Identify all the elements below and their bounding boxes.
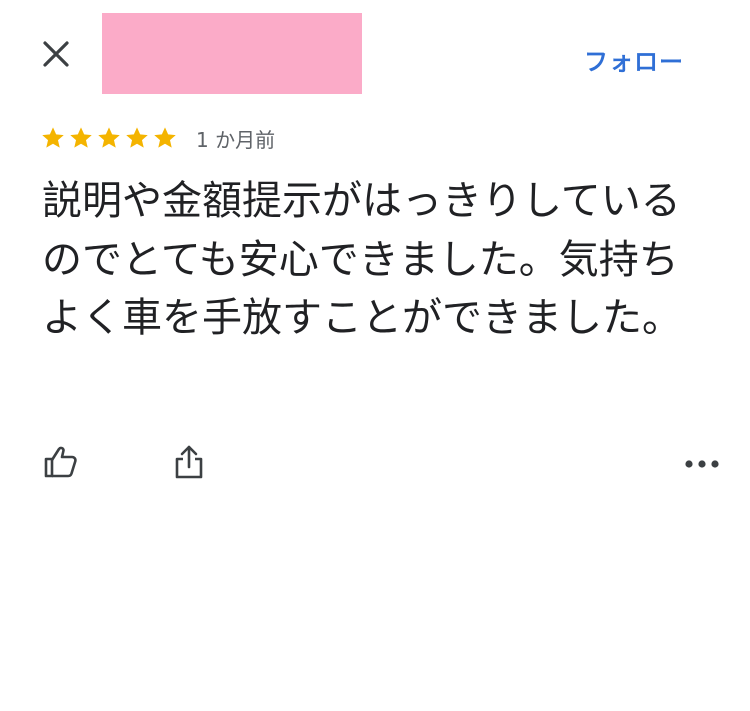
review-text: 説明や金額提示がはっきりしているのでとても安心できました。気持ちよく車を手放すこ…	[42, 178, 682, 341]
more-horizontal-icon	[684, 455, 720, 474]
review-date: 1 か月前	[196, 127, 276, 152]
more-options-button[interactable]	[678, 440, 726, 488]
rating-row: 1 か月前	[40, 124, 275, 152]
star-rating	[40, 125, 178, 151]
star-icon	[154, 127, 176, 148]
star-icon	[42, 127, 64, 148]
share-button[interactable]	[165, 440, 213, 488]
star-icon	[126, 127, 148, 148]
review-actions	[0, 440, 750, 488]
share-icon	[172, 443, 206, 485]
star-icon	[98, 127, 120, 148]
thumbs-up-icon	[42, 443, 80, 485]
star-icon	[70, 127, 92, 148]
close-icon	[42, 40, 70, 72]
like-button[interactable]	[37, 440, 85, 488]
follow-button[interactable]: フォロー	[584, 42, 684, 77]
redacted-reviewer-name	[102, 13, 362, 94]
close-button[interactable]	[38, 38, 74, 74]
